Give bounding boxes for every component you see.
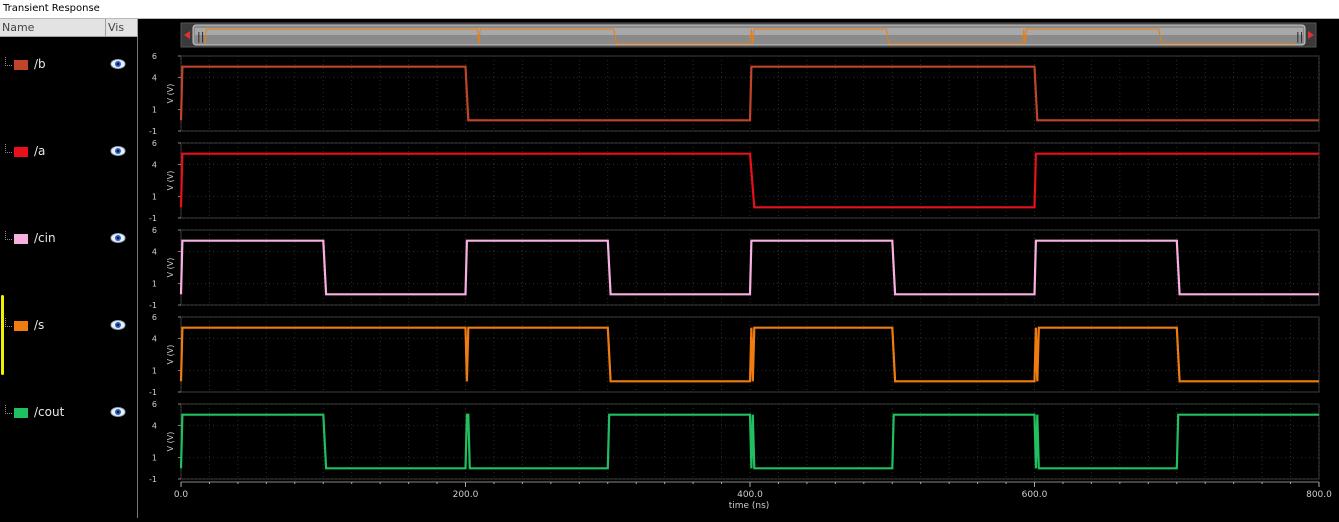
y-tick-label: 1 bbox=[152, 106, 157, 115]
signal-color-swatch bbox=[14, 147, 28, 157]
y-tick-label: 1 bbox=[152, 454, 157, 463]
y-axis-label: V (V) bbox=[166, 171, 175, 191]
waveform-panel: 6 4 1 -1 V (V) bbox=[149, 313, 1320, 397]
eye-icon[interactable] bbox=[110, 232, 126, 244]
x-tick-label: 0.0 bbox=[174, 490, 189, 500]
y-tick-label: 4 bbox=[152, 247, 157, 256]
window-title: Transient Response bbox=[3, 3, 100, 14]
waveform-panel: 6 4 1 -1 V (V) bbox=[149, 139, 1320, 223]
signal-row[interactable]: /s bbox=[0, 316, 137, 336]
signal-row[interactable]: /a bbox=[0, 142, 137, 162]
waveform-panel: 6 4 1 -1 V (V) bbox=[149, 52, 1320, 136]
waveform-panel: 6 4 1 -1 V (V) bbox=[149, 226, 1320, 310]
signal-name-label: /b bbox=[34, 57, 46, 71]
y-tick-label: 4 bbox=[152, 160, 157, 169]
y-tick-label: 6 bbox=[152, 313, 157, 322]
y-axis-label: V (V) bbox=[166, 84, 175, 104]
waveform-chart: || || 6 4 1 -1 V (V) 6 4 1 -1 V (V) 6 4 1 -1 V (V) 6 4 1 -1 V… bbox=[149, 22, 1332, 511]
signal-color-swatch bbox=[14, 408, 28, 418]
waveform-chart-area: || || 6 4 1 -1 V (V) 6 4 1 -1 V (V) 6 4 1 -1 V (V) 6 4 1 -1 V… bbox=[139, 19, 1339, 518]
y-tick-label: -1 bbox=[149, 388, 157, 397]
y-tick-label: 4 bbox=[152, 73, 157, 82]
y-tick-label: -1 bbox=[149, 127, 157, 136]
signal-color-swatch bbox=[14, 60, 28, 70]
scroll-handle-right-icon[interactable]: || bbox=[1296, 30, 1303, 43]
signal-name-label: /a bbox=[34, 144, 46, 158]
signal-list-panel: Name Vis /b/a/cin/s/cout bbox=[0, 19, 138, 518]
tree-connector bbox=[5, 57, 12, 66]
y-axis-label: V (V) bbox=[166, 432, 175, 452]
y-tick-label: 1 bbox=[152, 193, 157, 202]
eye-icon[interactable] bbox=[110, 319, 126, 331]
y-tick-label: -1 bbox=[149, 214, 157, 223]
x-axis-label: time (ns) bbox=[729, 501, 770, 511]
x-tick-label: 200.0 bbox=[453, 490, 479, 500]
y-tick-label: -1 bbox=[149, 301, 157, 310]
signal-color-swatch bbox=[14, 234, 28, 244]
column-header-vis[interactable]: Vis bbox=[106, 19, 138, 37]
waveform-panel: 6 4 1 -1 V (V) bbox=[149, 400, 1320, 484]
tree-connector bbox=[5, 405, 12, 414]
y-tick-label: 6 bbox=[152, 400, 157, 409]
x-tick-label: 600.0 bbox=[1022, 490, 1048, 500]
eye-icon[interactable] bbox=[110, 58, 126, 70]
y-axis-label: V (V) bbox=[166, 258, 175, 278]
tree-connector bbox=[5, 318, 12, 327]
signal-name-label: /cin bbox=[34, 231, 56, 245]
y-tick-label: 4 bbox=[152, 334, 157, 343]
scroll-handle-left-icon[interactable]: || bbox=[197, 30, 204, 43]
y-axis-label: V (V) bbox=[166, 345, 175, 365]
y-tick-label: 4 bbox=[152, 421, 157, 430]
column-header-name[interactable]: Name bbox=[0, 19, 106, 37]
y-tick-label: 6 bbox=[152, 52, 157, 61]
x-tick-label: 800.0 bbox=[1306, 490, 1332, 500]
signal-row[interactable]: /b bbox=[0, 55, 137, 75]
eye-icon[interactable] bbox=[110, 406, 126, 418]
tree-connector bbox=[5, 231, 12, 240]
y-tick-label: -1 bbox=[149, 475, 157, 484]
signal-row[interactable]: /cout bbox=[0, 403, 137, 423]
y-tick-label: 6 bbox=[152, 139, 157, 148]
signal-color-swatch bbox=[14, 321, 28, 331]
y-tick-label: 1 bbox=[152, 367, 157, 376]
signal-name-label: /cout bbox=[34, 405, 65, 419]
signal-name-label: /s bbox=[34, 318, 45, 332]
signal-row[interactable]: /cin bbox=[0, 229, 137, 249]
x-tick-label: 400.0 bbox=[737, 490, 763, 500]
window-titlebar: Transient Response bbox=[0, 0, 1339, 19]
y-tick-label: 1 bbox=[152, 280, 157, 289]
selection-indicator bbox=[1, 295, 4, 375]
y-tick-label: 6 bbox=[152, 226, 157, 235]
eye-icon[interactable] bbox=[110, 145, 126, 157]
tree-connector bbox=[5, 144, 12, 153]
